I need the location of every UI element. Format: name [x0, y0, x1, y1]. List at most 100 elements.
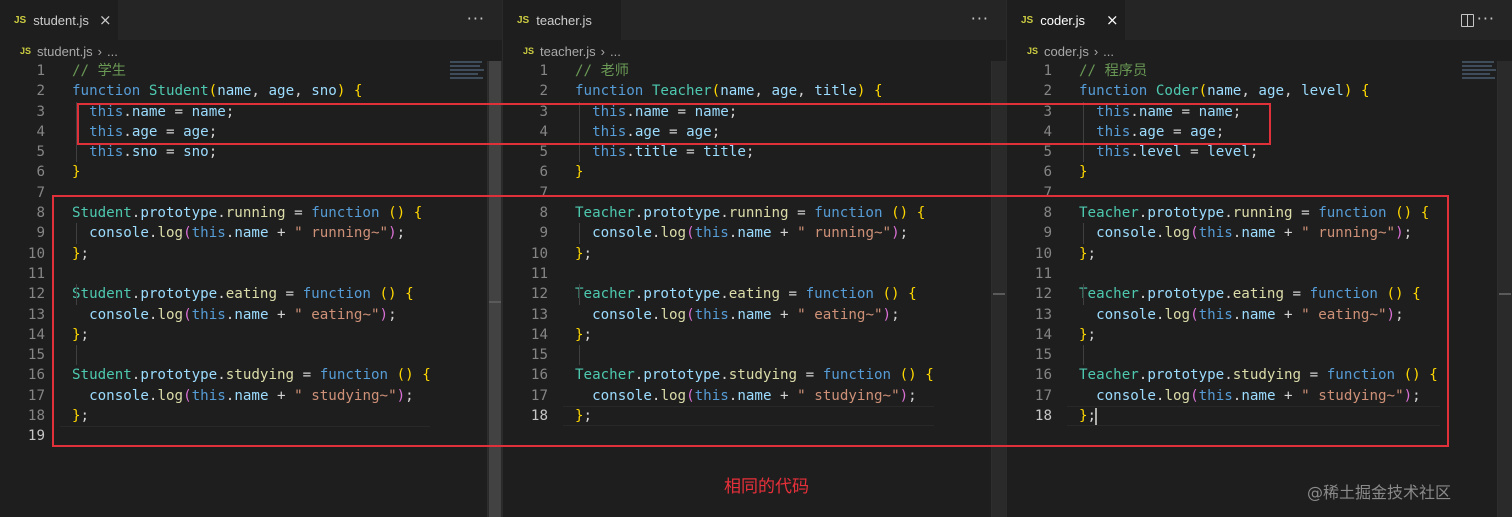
- code-token: ,: [754, 83, 772, 100]
- code-token: // 学生: [72, 63, 126, 79]
- code-text: this.title = title;: [575, 142, 754, 162]
- code-token: .: [123, 144, 132, 161]
- code-token: function: [1079, 83, 1156, 100]
- line-number: 14: [27, 326, 45, 343]
- code-line[interactable]: 1 // 学生: [0, 61, 502, 81]
- line-number: 6: [36, 164, 45, 181]
- code-token: }: [1079, 164, 1088, 181]
- code-token: }: [575, 164, 584, 181]
- javascript-file-icon: JS: [523, 46, 535, 56]
- code-line[interactable]: 1 // 老师: [503, 61, 1006, 81]
- tab-label: coder.js: [1040, 12, 1086, 28]
- line-number: 2: [539, 83, 548, 100]
- vertical-scrollbar[interactable]: [1497, 61, 1512, 517]
- breadcrumb-file[interactable]: coder.js: [1044, 44, 1089, 59]
- line-number: 12: [27, 286, 45, 303]
- more-actions-icon[interactable]: ···: [1477, 9, 1495, 28]
- code-token: Student: [148, 83, 209, 100]
- code-token: sno: [183, 144, 209, 161]
- line-number: 1: [1043, 63, 1052, 79]
- line-number: 6: [539, 164, 548, 181]
- javascript-file-icon: JS: [517, 14, 530, 26]
- code-token: function: [72, 83, 149, 100]
- code-line[interactable]: 6}: [0, 162, 502, 182]
- breadcrumb-file[interactable]: student.js: [37, 44, 93, 59]
- line-number: 15: [27, 347, 45, 364]
- code-token: ,: [1284, 83, 1302, 100]
- more-actions-icon[interactable]: ···: [971, 9, 989, 28]
- code-token: title: [634, 144, 678, 161]
- code-token: Coder: [1155, 83, 1199, 100]
- code-token: {: [874, 83, 883, 100]
- line-number: 18: [27, 408, 45, 425]
- javascript-file-icon: JS: [1021, 14, 1034, 26]
- code-line[interactable]: 2 function Teacher(name, age, title) {: [503, 81, 1006, 101]
- code-token: // 老师: [575, 63, 629, 79]
- code-line[interactable]: 1 // 程序员: [1007, 61, 1512, 81]
- code-text: }: [575, 162, 584, 182]
- code-token: this: [1096, 144, 1131, 161]
- breadcrumb-symbol[interactable]: ...: [610, 44, 621, 59]
- code-text: }: [72, 162, 81, 182]
- code-text: // 老师: [575, 61, 629, 81]
- line-number: 2: [1043, 83, 1052, 100]
- line-number: 11: [27, 265, 45, 282]
- breadcrumb-symbol[interactable]: ...: [107, 44, 118, 59]
- javascript-file-icon: JS: [1027, 46, 1039, 56]
- watermark: @稀土掘金技术社区: [1307, 483, 1452, 502]
- code-token: sno: [311, 83, 337, 100]
- line-number: 7: [36, 184, 45, 201]
- line-number: 17: [27, 387, 45, 404]
- code-token: (: [1198, 83, 1208, 100]
- code-text: }: [1079, 162, 1088, 182]
- code-token: =: [677, 144, 704, 161]
- line-number: 13: [27, 306, 45, 323]
- highlight-box-shared-properties: [77, 103, 1271, 145]
- breadcrumb: JS teacher.js › ...: [523, 41, 621, 61]
- code-text: function Coder(name, age, level) {: [1079, 81, 1369, 101]
- breadcrumb-file[interactable]: teacher.js: [540, 44, 596, 59]
- breadcrumb: JS student.js › ...: [20, 41, 118, 61]
- code-token: level: [1138, 144, 1182, 161]
- javascript-file-icon: JS: [20, 46, 32, 56]
- code-text: this.sno = sno;: [72, 142, 217, 162]
- code-token: level: [1207, 144, 1250, 161]
- tab-bar: JS coder.js × ···: [1007, 0, 1512, 40]
- tab-student-js[interactable]: JS student.js ×: [0, 0, 118, 40]
- more-actions-icon[interactable]: ···: [467, 9, 485, 28]
- breadcrumb-symbol[interactable]: ...: [1103, 44, 1114, 59]
- line-number: 2: [36, 83, 45, 100]
- code-token: {: [1360, 83, 1370, 100]
- code-token: {: [353, 83, 363, 100]
- code-line[interactable]: 6}: [503, 162, 1006, 182]
- code-token: ,: [251, 83, 269, 100]
- code-token: age: [268, 83, 295, 100]
- chevron-right-icon: ›: [600, 43, 606, 59]
- annotation-caption: 相同的代码: [724, 477, 809, 497]
- code-token: ,: [797, 83, 815, 100]
- line-number: 5: [36, 144, 45, 161]
- close-icon[interactable]: ×: [99, 11, 112, 29]
- code-text: // 程序员: [1079, 61, 1147, 81]
- code-token: function: [575, 83, 652, 100]
- close-icon[interactable]: ×: [1106, 11, 1119, 29]
- line-number: 1: [539, 63, 548, 79]
- code-token: .: [1130, 144, 1139, 161]
- code-token: .: [626, 144, 635, 161]
- code-text: this.level = level;: [1079, 142, 1258, 162]
- code-line[interactable]: 2 function Coder(name, age, level) {: [1007, 81, 1512, 101]
- breadcrumb: JS coder.js › ...: [1027, 41, 1114, 61]
- code-token: name: [720, 83, 755, 100]
- code-token: (: [711, 83, 721, 100]
- tab-teacher-js[interactable]: JS teacher.js: [503, 0, 621, 40]
- tab-coder-js[interactable]: JS coder.js ×: [1007, 0, 1125, 40]
- code-line[interactable]: 6}: [1007, 162, 1512, 182]
- split-editor-icon[interactable]: [1461, 14, 1474, 27]
- code-line[interactable]: 2 function Student(name, age, sno) {: [0, 81, 502, 101]
- javascript-file-icon: JS: [14, 14, 27, 26]
- code-text: // 学生: [72, 61, 126, 81]
- code-text: function Teacher(name, age, title) {: [575, 81, 883, 101]
